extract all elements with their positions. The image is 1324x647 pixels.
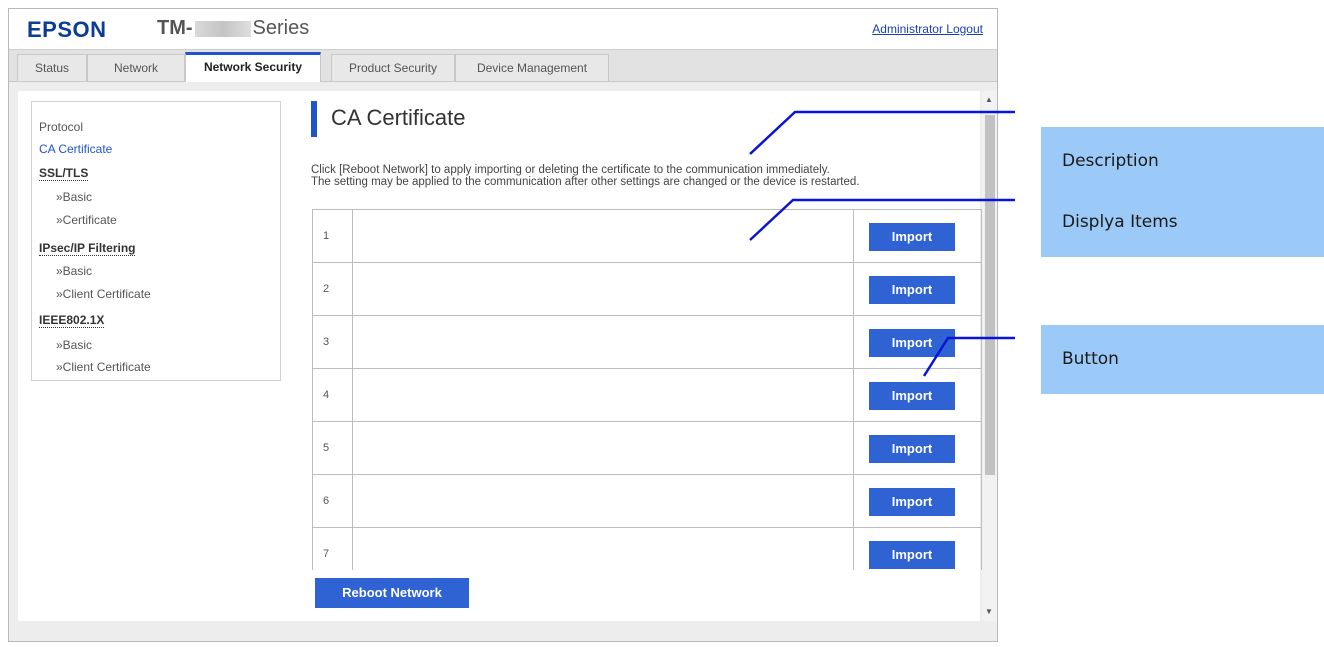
certificate-cell: [353, 528, 854, 570]
description-line-1: Click [Reboot Network] to apply importin…: [311, 164, 830, 176]
page-title: CA Certificate: [311, 101, 466, 137]
model-blurred-number: [194, 20, 251, 37]
nav-protocol[interactable]: Protocol: [39, 120, 83, 134]
nav-section-ieee8021x[interactable]: IEEE802.1X: [39, 313, 105, 328]
model-name: TM- Series: [157, 17, 309, 40]
import-button[interactable]: Import: [869, 223, 955, 251]
import-button[interactable]: Import: [869, 382, 955, 410]
tab-status[interactable]: Status: [17, 54, 87, 81]
model-suffix: Series: [252, 17, 310, 39]
import-button[interactable]: Import: [869, 276, 955, 304]
certificate-cell: [353, 475, 854, 527]
nav-section-ssl-tls[interactable]: SSL/TLS: [39, 166, 89, 181]
table-row: 2 Import: [312, 263, 982, 316]
scroll-up-arrow-icon[interactable]: ▲: [985, 95, 993, 104]
nav-ieee-client-certificate[interactable]: »Client Certificate: [56, 360, 151, 374]
import-button[interactable]: Import: [869, 541, 955, 569]
reboot-network-button[interactable]: Reboot Network: [315, 578, 469, 608]
browser-window: EPSON TM- Series Administrator Logout St…: [8, 8, 998, 642]
table-row: 7 Import: [312, 528, 982, 570]
header-bar: EPSON TM- Series Administrator Logout: [9, 9, 997, 50]
vertical-scrollbar[interactable]: ▲ ▼: [982, 91, 997, 621]
table-row: 3 Import: [312, 316, 982, 369]
scroll-down-arrow-icon[interactable]: ▼: [985, 607, 993, 616]
certificate-cell: [353, 422, 854, 474]
nav-ieee-basic[interactable]: »Basic: [56, 338, 92, 352]
table-row: 1 Import: [312, 210, 982, 263]
row-number: 7: [313, 528, 353, 570]
row-number: 6: [313, 475, 353, 527]
row-number: 1: [313, 210, 353, 262]
certificate-cell: [353, 210, 854, 262]
side-navigation: Protocol CA Certificate SSL/TLS »Basic »…: [31, 101, 281, 381]
tab-network[interactable]: Network: [87, 54, 185, 81]
callout-description: Description: [1041, 127, 1324, 196]
scrollbar-thumb[interactable]: [985, 115, 995, 475]
model-prefix: TM-: [157, 17, 193, 39]
row-number: 4: [313, 369, 353, 421]
main-panel: Protocol CA Certificate SSL/TLS »Basic »…: [18, 91, 983, 621]
certificate-table: 1 Import 2 Import 3 Import 4 Import 5 Im…: [312, 209, 983, 570]
nav-ipsec-client-certificate[interactable]: »Client Certificate: [56, 287, 151, 301]
epson-logo: EPSON: [27, 17, 107, 42]
row-number: 3: [313, 316, 353, 368]
row-number: 5: [313, 422, 353, 474]
import-button[interactable]: Import: [869, 488, 955, 516]
description-line-2: The setting may be applied to the commun…: [311, 176, 860, 188]
nav-ipsec-basic[interactable]: »Basic: [56, 264, 92, 278]
table-row: 5 Import: [312, 422, 982, 475]
certificate-cell: [353, 369, 854, 421]
tab-bar: Status Network Network Security Product …: [9, 50, 997, 82]
certificate-cell: [353, 316, 854, 368]
tab-device-management[interactable]: Device Management: [455, 54, 609, 81]
description-text: Click [Reboot Network] to apply importin…: [311, 164, 859, 188]
nav-ca-certificate[interactable]: CA Certificate: [39, 142, 112, 156]
table-row: 6 Import: [312, 475, 982, 528]
nav-section-ipsec[interactable]: IPsec/IP Filtering: [39, 241, 136, 256]
import-button[interactable]: Import: [869, 435, 955, 463]
row-number: 2: [313, 263, 353, 315]
nav-ssl-certificate[interactable]: »Certificate: [56, 213, 117, 227]
callout-display-items: Displya Items: [1041, 188, 1324, 257]
tab-network-security[interactable]: Network Security: [185, 52, 321, 82]
certificate-cell: [353, 263, 854, 315]
import-button[interactable]: Import: [869, 329, 955, 357]
callout-button: Button: [1041, 325, 1324, 394]
nav-ssl-basic[interactable]: »Basic: [56, 190, 92, 204]
tab-product-security[interactable]: Product Security: [331, 54, 455, 81]
administrator-logout-link[interactable]: Administrator Logout: [872, 22, 983, 36]
table-row: 4 Import: [312, 369, 982, 422]
